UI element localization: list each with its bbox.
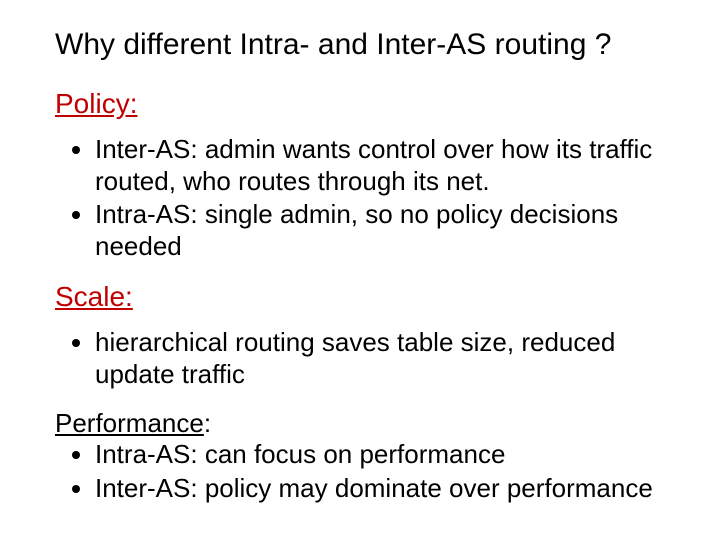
- list-item: Intra-AS: can focus on performance: [95, 439, 670, 471]
- list-item: Intra-AS: single admin, so no policy dec…: [95, 199, 670, 262]
- colon: :: [204, 408, 211, 439]
- performance-label: Performance: [55, 408, 204, 438]
- list-item: Inter-AS: admin wants control over how i…: [95, 134, 670, 197]
- section-heading-scale: Scale:: [55, 281, 670, 313]
- scale-list: hierarchical routing saves table size, r…: [55, 327, 670, 390]
- slide-title: Why different Intra- and Inter-AS routin…: [55, 28, 670, 62]
- policy-list: Inter-AS: admin wants control over how i…: [55, 134, 670, 263]
- list-item: Inter-AS: policy may dominate over perfo…: [95, 473, 670, 505]
- slide: Why different Intra- and Inter-AS routin…: [0, 0, 720, 540]
- section-heading-performance: Performance:: [55, 408, 670, 439]
- list-item: hierarchical routing saves table size, r…: [95, 327, 670, 390]
- section-heading-policy: Policy:: [55, 88, 670, 120]
- performance-list: Intra-AS: can focus on performance Inter…: [55, 439, 670, 504]
